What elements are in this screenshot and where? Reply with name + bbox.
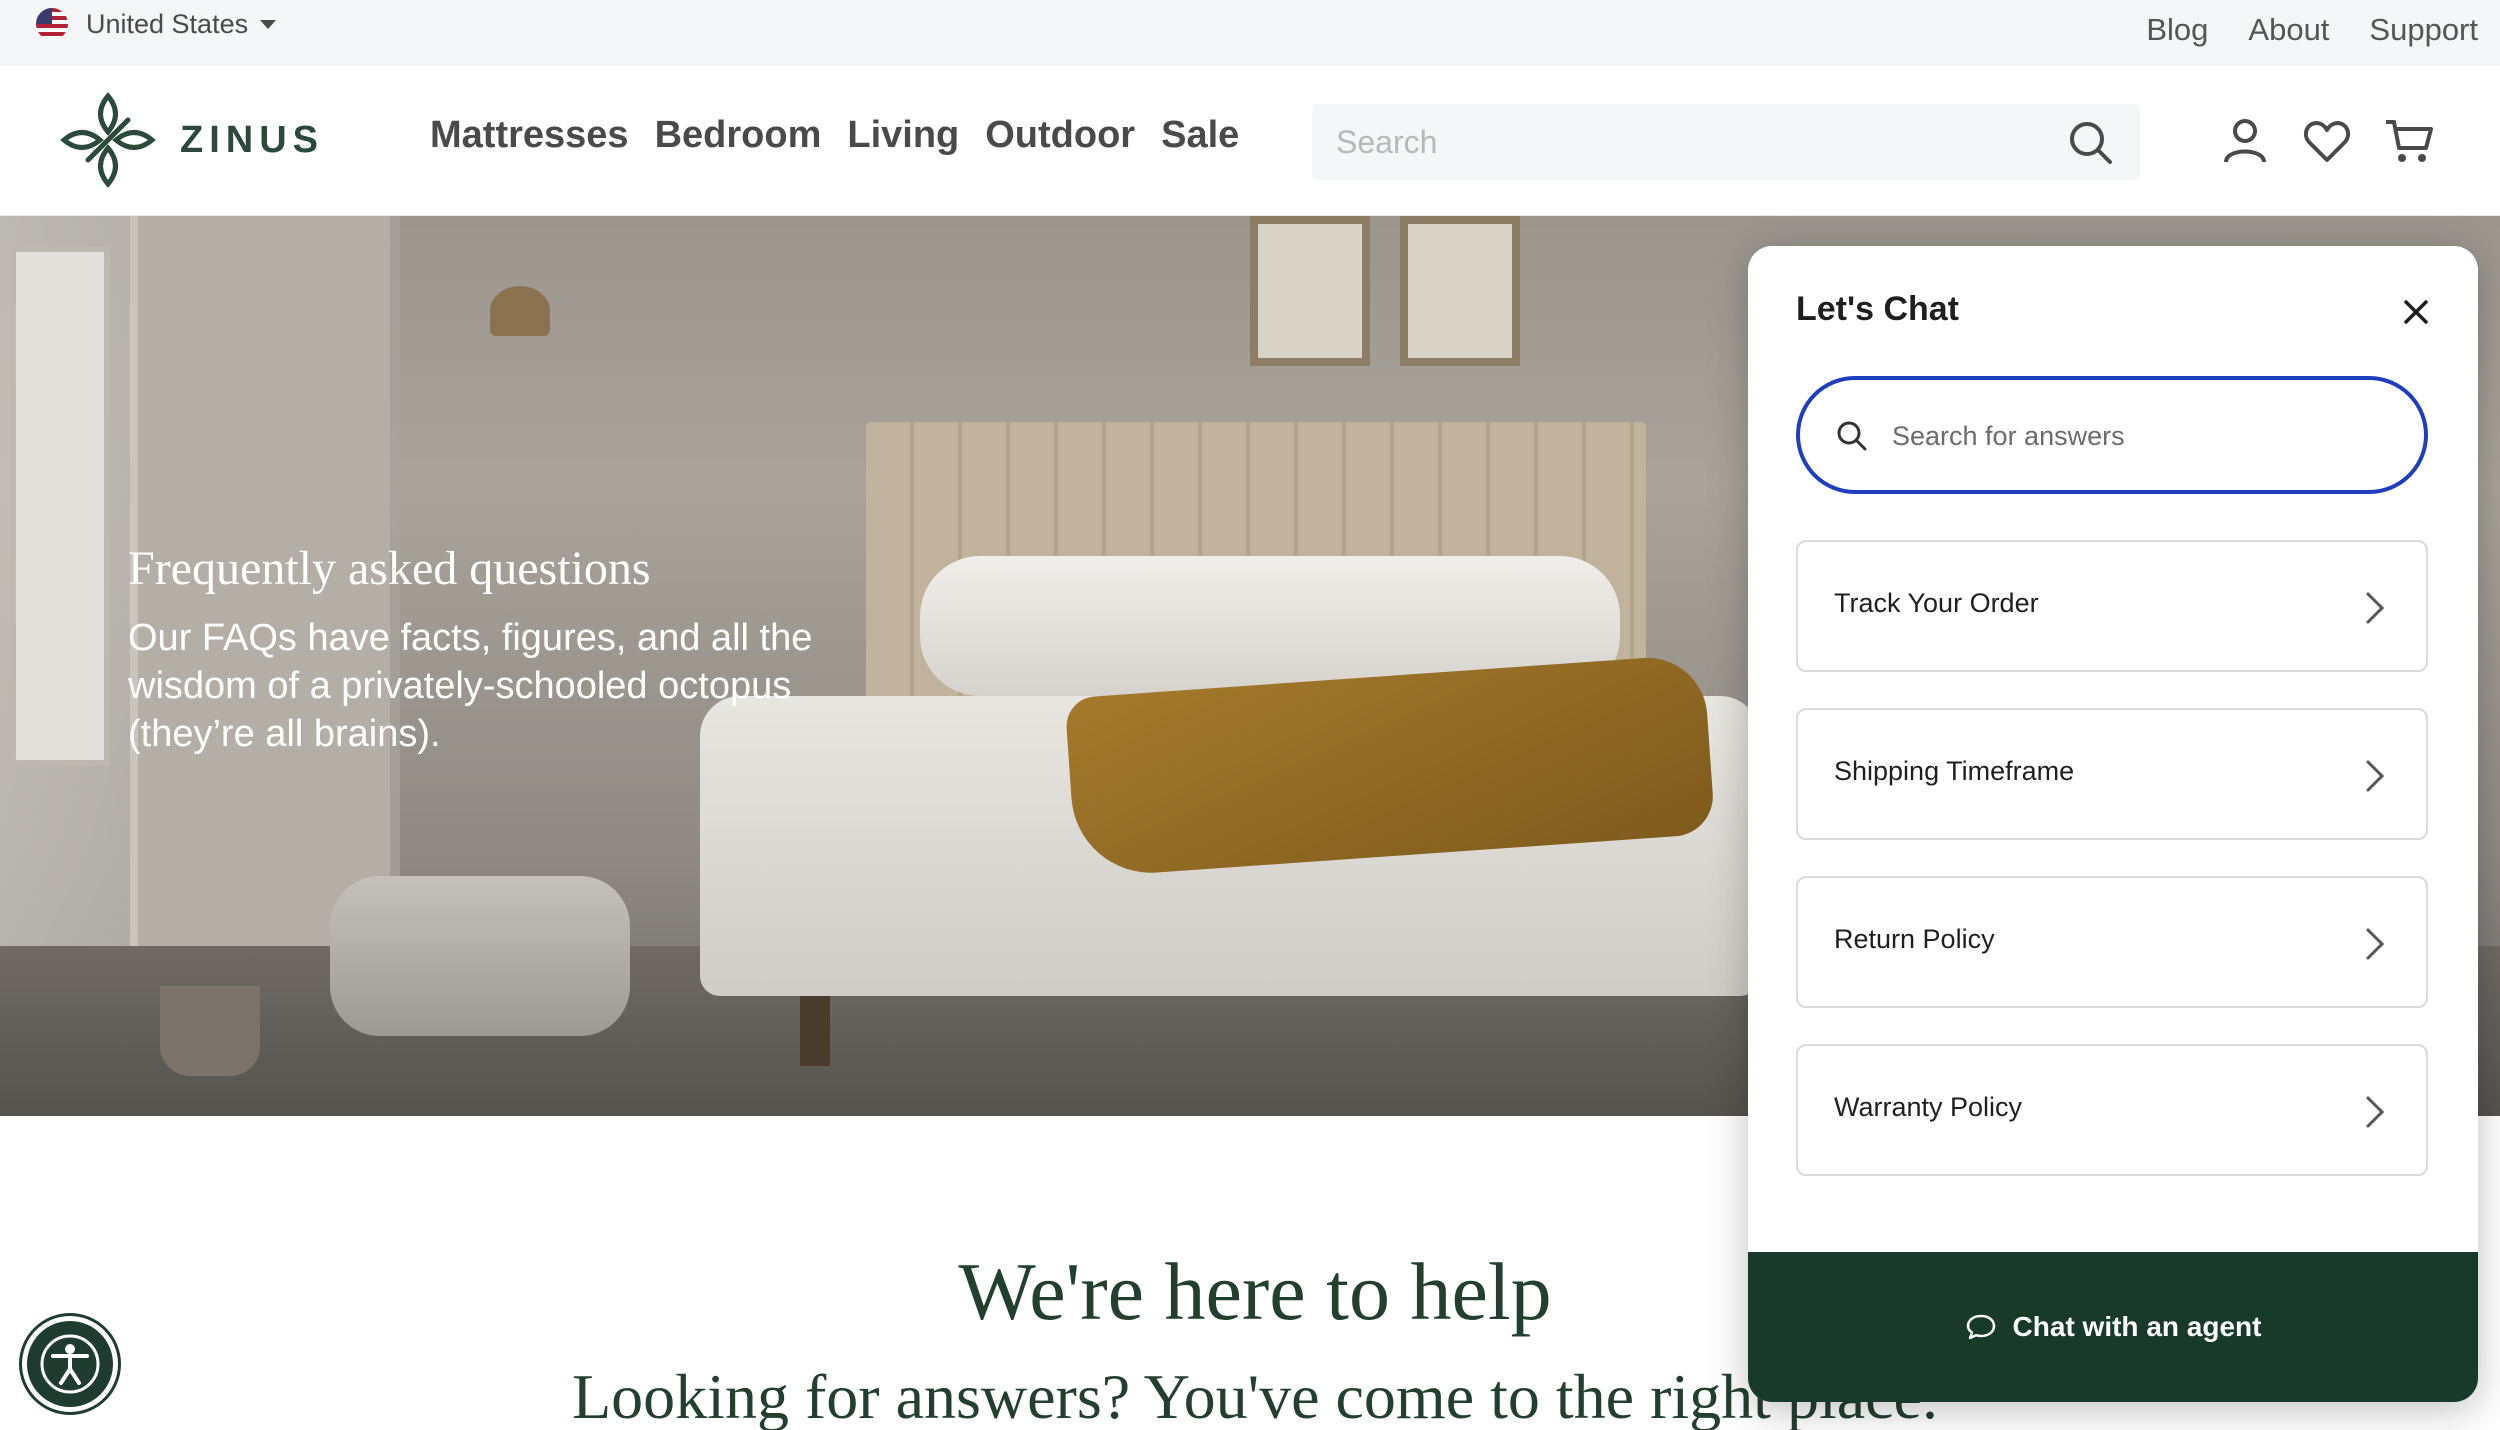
hero-text: Frequently asked questions Our FAQs have… xyxy=(128,541,888,758)
nav-sale[interactable]: Sale xyxy=(1161,114,1239,157)
chat-option-label: Shipping Timeframe xyxy=(1834,756,2075,786)
chat-search-field xyxy=(1796,376,2428,494)
chevron-right-icon xyxy=(2366,760,2385,792)
cart-icon[interactable] xyxy=(2384,116,2434,166)
support-link[interactable]: Support xyxy=(2369,12,2478,48)
zinus-logo[interactable]: ZINUS xyxy=(58,90,324,190)
close-icon[interactable] xyxy=(2398,294,2434,330)
hero-title: Frequently asked questions xyxy=(128,542,651,595)
main-nav: Mattresses Bedroom Living Outdoor Sale xyxy=(430,114,1239,157)
accessibility-icon xyxy=(40,1334,100,1394)
nav-bedroom[interactable]: Bedroom xyxy=(655,114,822,157)
chevron-right-icon xyxy=(2366,928,2385,960)
chat-option-label: Return Policy xyxy=(1834,924,1995,954)
chat-with-agent-button[interactable]: Chat with an agent xyxy=(1748,1252,2478,1402)
chat-widget: Let's Chat Track Your Order Shipping Tim… xyxy=(1748,246,2478,1402)
logo-text: ZINUS xyxy=(180,118,324,161)
hero-bed-leg xyxy=(800,996,830,1066)
chat-option-return-policy[interactable]: Return Policy xyxy=(1796,876,2428,1008)
account-icon[interactable] xyxy=(2220,116,2270,166)
utility-bar: United States Blog About Support xyxy=(0,0,2500,66)
header-icons xyxy=(2220,116,2434,166)
country-selector[interactable]: United States xyxy=(36,8,277,40)
accessibility-button[interactable] xyxy=(22,1316,118,1412)
zinus-logo-icon xyxy=(60,92,156,188)
nav-outdoor[interactable]: Outdoor xyxy=(985,114,1135,157)
chat-option-label: Warranty Policy xyxy=(1834,1092,2023,1122)
hero-ottoman xyxy=(330,876,630,1036)
hero-subtitle-line: (they’re all brains). xyxy=(128,713,441,755)
hero-picture-frame xyxy=(1250,216,1370,366)
caret-down-icon xyxy=(260,19,277,29)
search-icon xyxy=(1837,421,1867,451)
chevron-right-icon xyxy=(2366,592,2385,624)
chat-with-agent-label: Chat with an agent xyxy=(2012,1311,2262,1342)
chat-option-label: Track Your Order xyxy=(1834,588,2039,618)
chat-search-input[interactable] xyxy=(1892,404,2392,468)
chat-option-track-order[interactable]: Track Your Order xyxy=(1796,540,2428,672)
us-flag-icon xyxy=(36,8,68,40)
hero-subtitle-line: wisdom of a privately-schooled octopus xyxy=(128,665,792,707)
hero-plant-pot xyxy=(160,986,260,1076)
chat-option-shipping-timeframe[interactable]: Shipping Timeframe xyxy=(1796,708,2428,840)
utility-links: Blog About Support xyxy=(2146,12,2478,48)
country-label: United States xyxy=(86,8,249,39)
hero-wall-lamp xyxy=(490,286,550,336)
search-input[interactable] xyxy=(1336,104,2036,180)
site-search xyxy=(1312,104,2140,180)
chat-title: Let's Chat xyxy=(1796,290,1959,328)
hero-window xyxy=(10,246,110,766)
chat-bubble-icon xyxy=(1966,1314,1995,1340)
nav-living[interactable]: Living xyxy=(847,114,959,157)
blog-link[interactable]: Blog xyxy=(2146,12,2208,48)
hero-subtitle-line: Our FAQs have facts, figures, and all th… xyxy=(128,617,813,659)
hero-subtitle: Our FAQs have facts, figures, and all th… xyxy=(128,614,888,758)
chat-option-warranty-policy[interactable]: Warranty Policy xyxy=(1796,1044,2428,1176)
nav-mattresses[interactable]: Mattresses xyxy=(430,114,629,157)
heart-icon[interactable] xyxy=(2302,116,2352,166)
chevron-right-icon xyxy=(2366,1096,2385,1128)
about-link[interactable]: About xyxy=(2248,12,2329,48)
search-icon[interactable] xyxy=(2066,118,2114,166)
hero-picture-frame xyxy=(1400,216,1520,366)
main-header: ZINUS Mattresses Bedroom Living Outdoor … xyxy=(0,66,2500,216)
